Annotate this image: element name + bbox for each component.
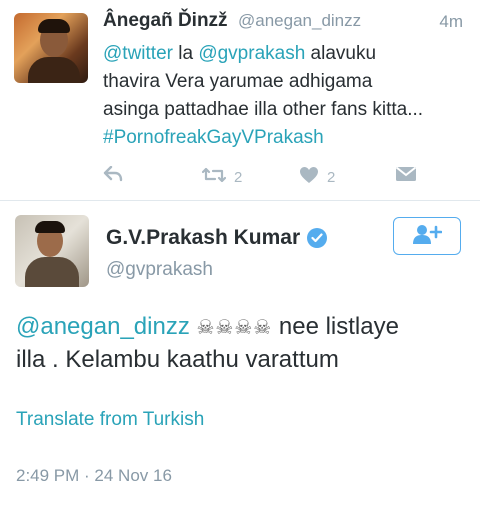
retweet-icon <box>201 166 227 188</box>
reply-icon <box>103 165 123 186</box>
tweet-text: @twitter la @gvprakash alavuku thavira V… <box>103 40 475 152</box>
hashtag-link[interactable]: #PornofreakGayVPrakash <box>103 127 324 148</box>
tweet-actions: 2 2 <box>103 165 433 190</box>
display-name[interactable]: Ânegañ Ďinzž <box>103 10 228 31</box>
tweet-text: @anegan_dinzz ☠☠☠☠ nee listlaye illa . K… <box>16 311 471 376</box>
text-segment: la <box>172 43 199 64</box>
tweet-header: Ânegañ Ďinzž @anegan_dinzz 4m <box>103 10 465 36</box>
follow-user-icon <box>412 223 443 250</box>
mention-link[interactable]: @gvprakash <box>198 43 305 64</box>
text-line: asinga pattadhae illa other fans kitta..… <box>103 99 424 120</box>
text-segment: nee listlaye <box>272 313 399 340</box>
tweet-timestamp: 2:49 PM · 24 Nov 16 <box>16 466 172 485</box>
skull-emoji: ☠☠☠☠ <box>196 317 273 339</box>
avatar-hair <box>38 19 70 33</box>
user-handle[interactable]: @anegan_dinzz <box>238 11 361 30</box>
translate-link[interactable]: Translate from Turkish <box>16 409 204 431</box>
tweet-time: 4m <box>439 12 463 31</box>
text-line: illa . Kelambu kaathu varattum <box>16 346 339 373</box>
display-name[interactable]: G.V.Prakash Kumar <box>106 226 300 250</box>
like-button[interactable]: 2 <box>299 166 335 188</box>
direct-message-icon <box>395 166 417 186</box>
tweet-divider <box>0 200 480 201</box>
like-icon <box>299 166 319 188</box>
tweet-author: G.V.Prakash Kumar <box>106 226 328 250</box>
mention-link[interactable]: @anegan_dinzz <box>16 313 190 340</box>
avatar-body <box>25 257 79 287</box>
avatar-hair <box>35 221 65 233</box>
mention-link[interactable]: @twitter <box>103 43 173 64</box>
avatar-body <box>28 57 80 83</box>
retweet-button[interactable]: 2 <box>201 166 243 188</box>
retweet-count: 2 <box>234 168 243 186</box>
avatar[interactable] <box>14 13 88 83</box>
user-handle[interactable]: @gvprakash <box>106 259 213 281</box>
reply-button[interactable] <box>103 165 123 186</box>
verified-icon <box>307 228 328 248</box>
like-count: 2 <box>327 168 336 186</box>
tweet-notification[interactable]: Ânegañ Ďinzž @anegan_dinzz 4m @twitter l… <box>0 0 480 200</box>
follow-button[interactable] <box>393 217 461 255</box>
text-segment: alavuku <box>305 43 377 64</box>
direct-message-button[interactable] <box>395 166 417 186</box>
avatar[interactable] <box>15 215 89 287</box>
text-line: thavira Vera yarumae adhigama <box>103 71 373 92</box>
